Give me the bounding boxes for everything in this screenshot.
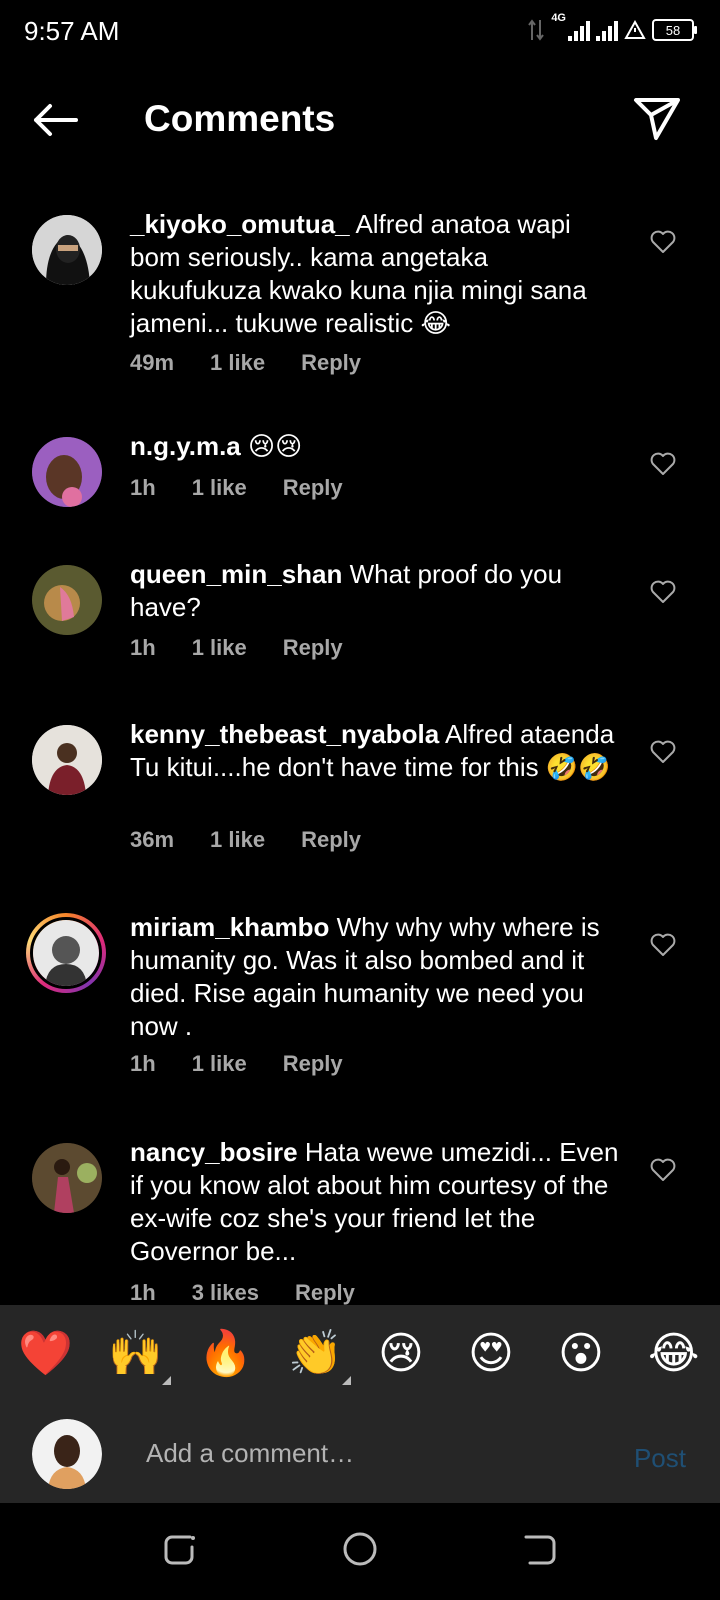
- reply-button[interactable]: Reply: [283, 1051, 343, 1076]
- reaction-clap[interactable]: 👏: [288, 1329, 351, 1385]
- heart-icon[interactable]: [650, 580, 676, 604]
- comment-username[interactable]: _kiyoko_omutua_: [130, 209, 350, 239]
- comment-meta: 1h 1 like Reply: [130, 475, 379, 501]
- avatar[interactable]: [32, 565, 102, 635]
- avatar: [30, 917, 102, 989]
- comment-meta: 1h 3 likes Reply: [130, 1280, 391, 1305]
- reaction-heart[interactable]: ❤️: [18, 1329, 73, 1379]
- warning-icon: [624, 20, 646, 39]
- reaction-fire[interactable]: 🔥: [198, 1329, 253, 1379]
- my-avatar: [32, 1419, 102, 1489]
- send-icon[interactable]: [632, 96, 682, 142]
- comment-username[interactable]: n.g.y.m.a: [130, 431, 241, 461]
- network-type: 4G: [551, 12, 566, 24]
- reply-button[interactable]: Reply: [283, 635, 343, 660]
- heart-icon[interactable]: [650, 230, 676, 254]
- comment-time: 1h: [130, 1280, 156, 1305]
- battery-icon: 58: [652, 19, 697, 41]
- reaction-laughing[interactable]: 😂: [648, 1329, 699, 1379]
- battery-level: 58: [665, 22, 681, 38]
- comment-likes[interactable]: 1 like: [210, 827, 265, 852]
- reaction-raised-hands[interactable]: 🙌: [108, 1329, 171, 1385]
- comment-username[interactable]: nancy_bosire: [130, 1137, 298, 1167]
- reply-button[interactable]: Reply: [301, 350, 361, 375]
- comments-list[interactable]: _kiyoko_omutua_ Alfred anatoa wapi bom s…: [0, 205, 720, 1305]
- back-nav-icon[interactable]: [520, 1529, 560, 1569]
- comment-likes[interactable]: 1 like: [192, 475, 247, 500]
- recents-icon[interactable]: [160, 1529, 200, 1569]
- comment-meta: 49m 1 like Reply: [130, 350, 397, 376]
- comment-username[interactable]: miriam_khambo: [130, 912, 329, 942]
- comment-likes[interactable]: 1 like: [210, 350, 265, 375]
- comment-text: _kiyoko_omutua_ Alfred anatoa wapi bom s…: [130, 208, 622, 340]
- comment-likes[interactable]: 3 likes: [192, 1280, 259, 1305]
- reaction-heart-eyes[interactable]: 😍: [468, 1329, 514, 1379]
- heart-icon[interactable]: [650, 1158, 676, 1182]
- avatar[interactable]: [32, 215, 102, 285]
- comment-text: miriam_khambo Why why why where is human…: [130, 911, 622, 1043]
- comment-time: 49m: [130, 350, 175, 375]
- quick-reactions-bar: ❤️ 🙌 🔥 👏 😢 😍 😮 😂: [0, 1305, 720, 1405]
- heart-icon[interactable]: [650, 740, 676, 764]
- comment-meta: 1h 1 like Reply: [130, 1051, 379, 1077]
- signal-icon: [568, 19, 590, 41]
- comment-username[interactable]: kenny_thebeast_nyabola: [130, 719, 439, 749]
- reply-button[interactable]: Reply: [295, 1280, 355, 1305]
- comment-composer: Post: [0, 1405, 720, 1503]
- comment-time: 1h: [130, 475, 156, 500]
- heart-icon[interactable]: [650, 933, 676, 957]
- comment-likes[interactable]: 1 like: [192, 1051, 247, 1076]
- reply-button[interactable]: Reply: [301, 827, 361, 852]
- comment-body: 😢😢: [248, 431, 303, 461]
- reaction-crying[interactable]: 😢: [378, 1329, 424, 1379]
- status-bar: 9:57 AM 4G 58: [0, 0, 720, 64]
- comment-text: queen_min_shan What proof do you have?: [130, 558, 622, 624]
- avatar-story-ring[interactable]: [26, 913, 106, 993]
- comment-text: n.g.y.m.a 😢😢: [130, 430, 622, 463]
- home-icon[interactable]: [340, 1529, 380, 1569]
- data-transfer-icon: [528, 19, 545, 41]
- heart-icon[interactable]: [650, 452, 676, 476]
- post-button[interactable]: Post: [634, 1443, 686, 1474]
- clap-emoji: 👏: [288, 1329, 343, 1378]
- avatar[interactable]: [32, 725, 102, 795]
- skin-tone-indicator-icon: [161, 1376, 171, 1385]
- comment-meta: 1h 1 like Reply: [130, 635, 379, 661]
- comment-time: 1h: [130, 1051, 156, 1076]
- avatar[interactable]: [32, 437, 102, 507]
- reply-button[interactable]: Reply: [283, 475, 343, 500]
- signal-icon-2: [596, 19, 618, 41]
- comment-meta: 36m 1 like Reply: [130, 827, 397, 853]
- status-icons: 4G 58: [527, 12, 697, 42]
- status-time: 9:57 AM: [24, 16, 120, 46]
- comment-text: kenny_thebeast_nyabola Alfred ataenda Tu…: [130, 718, 622, 784]
- comment-username[interactable]: queen_min_shan: [130, 559, 342, 589]
- app-header: Comments: [0, 86, 720, 156]
- comment-time: 36m: [130, 827, 175, 852]
- comment-time: 1h: [130, 635, 156, 660]
- comment-text: nancy_bosire Hata wewe umezidi... Even i…: [130, 1136, 622, 1268]
- system-nav-bar: [0, 1503, 720, 1600]
- skin-tone-indicator-icon: [341, 1376, 351, 1385]
- comment-input[interactable]: [144, 1437, 568, 1470]
- comment-likes[interactable]: 1 like: [192, 635, 247, 660]
- page-title: Comments: [144, 98, 336, 139]
- raised-hands-emoji: 🙌: [108, 1329, 163, 1378]
- reaction-surprised[interactable]: 😮: [558, 1329, 604, 1379]
- back-arrow-icon[interactable]: [30, 100, 80, 140]
- avatar[interactable]: [32, 1143, 102, 1213]
